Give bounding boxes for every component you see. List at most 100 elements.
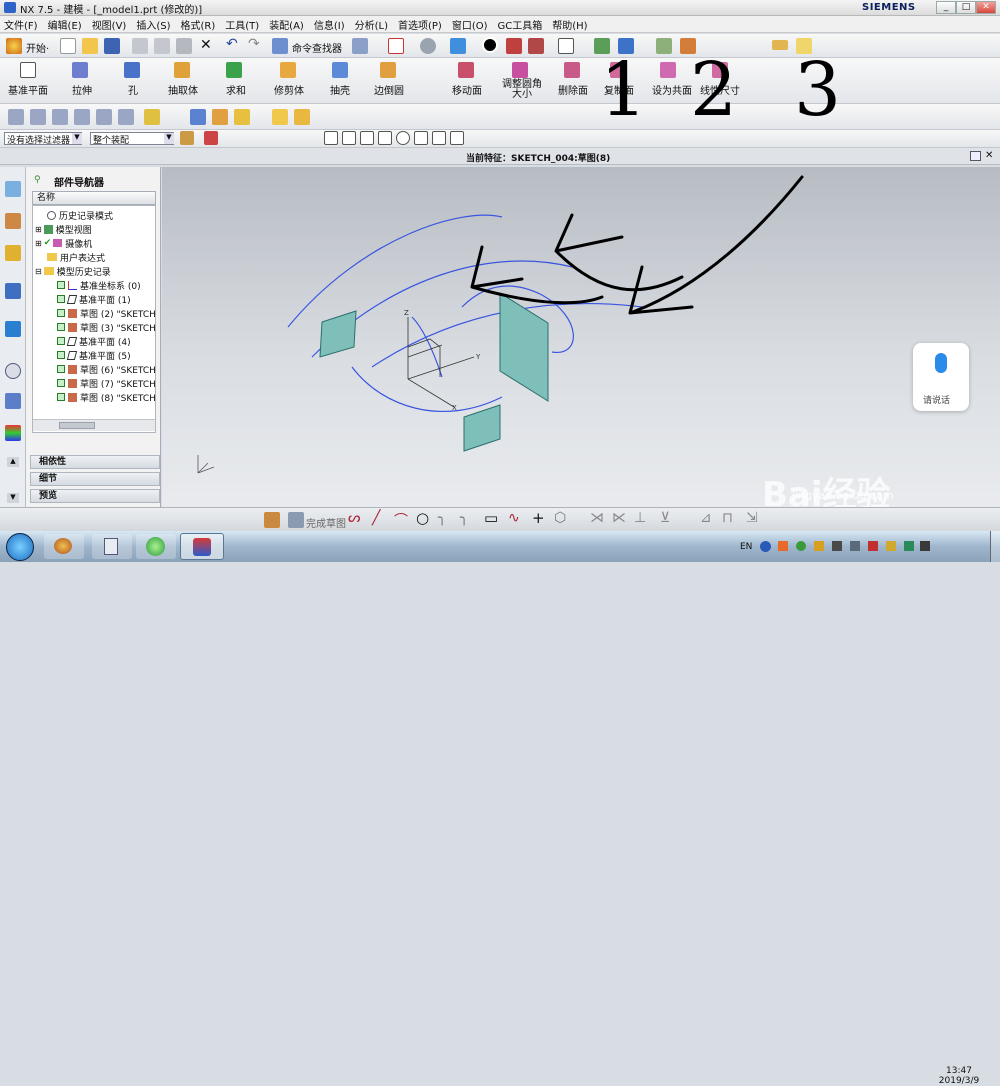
tree-item-datum-plane-1[interactable]: 基准平面 (1) [57,292,131,306]
paste-icon[interactable] [176,38,192,54]
sketch-curve-arc-left[interactable] [287,214,503,328]
surface-icon-4[interactable] [294,109,310,125]
menu-item-assembly[interactable]: 装配(A) [269,17,304,32]
snap-icon-3[interactable] [324,131,338,145]
section-preview[interactable]: 预览 [30,489,160,503]
snap-point-icon[interactable] [432,131,446,145]
language-indicator[interactable]: EN [740,542,752,552]
extrude-button[interactable]: 拉伸 [72,82,92,97]
copy-icon[interactable] [154,38,170,54]
shell-button[interactable]: 抽壳 [330,82,350,97]
fillet-icon[interactable]: ╮ [438,510,446,526]
line-icon[interactable]: ╱ [372,510,380,526]
network-icon[interactable] [868,541,878,551]
tree-item-sketch-2[interactable]: 草图 (2) "SKETCH [57,306,155,320]
arc-icon[interactable]: ⌒ [394,510,408,530]
hole-button[interactable]: 孔 [128,82,138,97]
menu-item-insert[interactable]: 插入(S) [136,17,170,32]
visibility-checkbox[interactable] [57,309,65,317]
select-filter-dropdown[interactable]: 没有选择过滤器 [4,132,82,146]
snap-icon-1[interactable] [180,131,194,145]
sketch-icon-2[interactable] [30,109,46,125]
volume-icon[interactable] [886,541,896,551]
sketch-icon-4[interactable] [74,109,90,125]
part-navigator-icon[interactable] [5,245,21,261]
hidden-render-icon[interactable] [528,38,544,54]
view-orient-icon[interactable] [450,38,466,54]
sketch-icon-7[interactable] [144,109,160,125]
surface-icon-1[interactable] [190,109,206,125]
sketch-icon-3[interactable] [52,109,68,125]
column-header-name[interactable]: 名称 [32,191,156,205]
menu-item-help[interactable]: 帮助(H) [552,17,587,32]
datum-plane-bottom[interactable] [463,404,501,452]
show-desktop-button[interactable] [990,531,1000,562]
wcs-icon[interactable] [656,38,672,54]
unite-button[interactable]: 求和 [226,82,246,97]
clock[interactable]: 13:47 2019/3/9 [934,1066,984,1086]
constraint-icon[interactable]: ⊻ [660,510,670,526]
move-face-icon[interactable] [458,62,474,78]
tray-icon-3[interactable] [814,541,824,551]
tray-icon-1[interactable] [778,541,788,551]
mirror-icon[interactable]: ⊓ [722,510,733,526]
toolbar-options-icon[interactable] [352,38,368,54]
scroll-up-icon[interactable]: ▲ [7,457,19,467]
tree-item-sketch-8[interactable]: 草图 (8) "SKETCH [57,390,155,404]
dimension-icon[interactable]: ⊿ [700,510,712,526]
close-icon[interactable]: ✕ [985,150,993,161]
extract-body-button[interactable]: 抽取体 [168,82,198,97]
chevron-down-icon[interactable]: ▼ [72,133,82,144]
corner-icon[interactable]: ⊥ [634,510,646,526]
tree-item-datum-csys[interactable]: 基准坐标系 (0) [57,278,141,292]
circle-icon[interactable]: ○ [416,509,429,527]
delete-face-button[interactable]: 删除面 [558,82,588,97]
command-finder-icon[interactable] [272,38,288,54]
start-button[interactable]: 开始· [26,40,49,55]
horizontal-scrollbar[interactable] [33,419,155,431]
undo-icon[interactable]: ↶ [226,36,238,52]
resize-blend-button[interactable]: 调整圆角大小 [500,80,544,100]
tree-item-sketch-7[interactable]: 草图 (7) "SKETCH [57,376,155,390]
delete-icon[interactable]: ✕ [200,37,212,53]
tree-item-sketch-3[interactable]: 草图 (3) "SKETCH [57,320,155,334]
visibility-checkbox[interactable] [57,281,65,289]
extrude-icon[interactable] [72,62,88,78]
visibility-checkbox[interactable] [57,323,65,331]
make-coplanar-icon[interactable] [660,62,676,78]
menu-item-format[interactable]: 格式(R) [181,17,216,32]
sketch-curve-bottom[interactable] [351,366,503,412]
menu-item-info[interactable]: 信息(I) [314,17,345,32]
sketch-icon-1[interactable] [8,109,24,125]
fit-view-icon[interactable] [388,38,404,54]
scroll-down-icon[interactable]: ▼ [7,493,19,503]
snap-mid-icon[interactable] [360,131,374,145]
visibility-checkbox[interactable] [57,379,65,387]
trim-body-icon[interactable] [280,62,296,78]
offset-icon[interactable]: ⬡ [554,510,566,526]
surface-icon-2[interactable] [212,109,228,125]
visibility-checkbox[interactable] [57,337,65,345]
unite-icon[interactable] [226,62,242,78]
pin-icon[interactable]: ⚲ [34,175,41,185]
edges-render-icon[interactable] [506,38,522,54]
background-icon[interactable] [558,38,574,54]
move-face-button[interactable]: 移动面 [452,82,482,97]
restore-icon[interactable] [970,151,981,161]
edge-blend-icon[interactable] [380,62,396,78]
section-details[interactable]: 细节 [30,472,160,486]
taskbar-app-calculator[interactable] [92,534,132,559]
menu-item-analysis[interactable]: 分析(L) [355,17,388,32]
sketch-icon-5[interactable] [96,109,112,125]
reuse-library-icon[interactable] [5,283,21,299]
visibility-checkbox[interactable] [57,295,65,303]
taskbar-app-nx[interactable] [180,533,224,560]
menu-item-preferences[interactable]: 首选项(P) [398,17,442,32]
scope-dropdown[interactable]: 整个装配 [90,132,174,146]
profile-icon[interactable]: ᔕ [348,510,360,526]
tree-item-datum-plane-4[interactable]: 基准平面 (4) [57,334,131,348]
delete-face-icon[interactable] [564,62,580,78]
shell-icon[interactable] [332,62,348,78]
menu-item-file[interactable]: 文件(F) [4,17,38,32]
start-orb-icon[interactable] [6,533,34,561]
